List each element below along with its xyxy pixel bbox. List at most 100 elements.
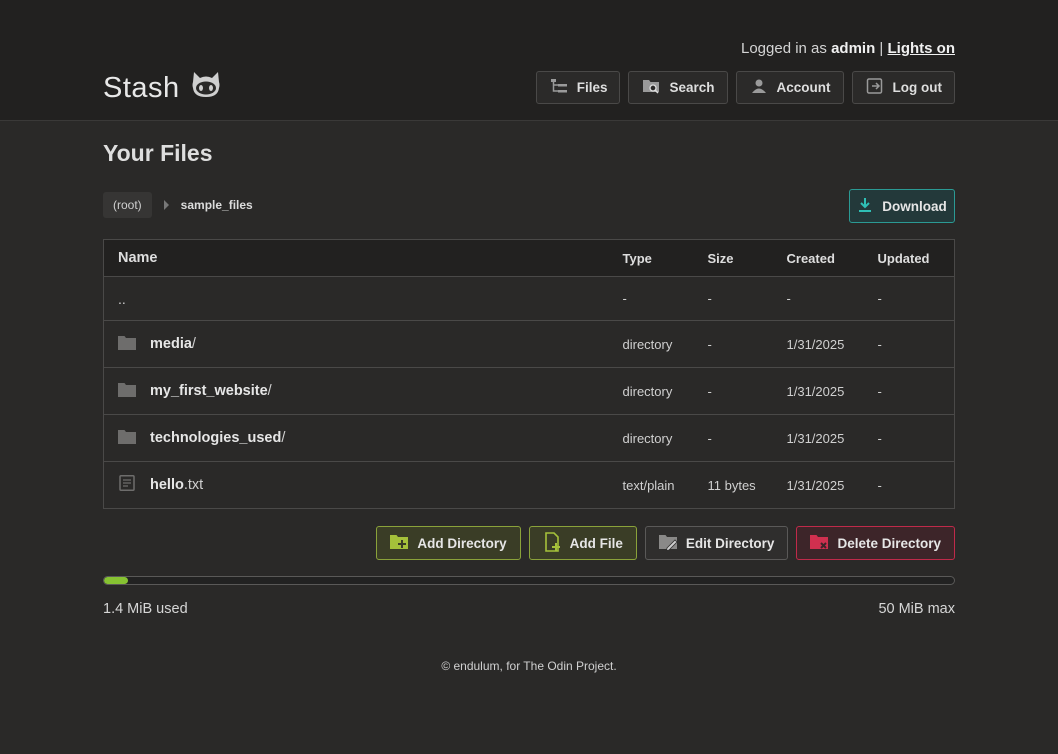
file-suffix: / xyxy=(281,430,286,446)
table-row[interactable]: technologies_used/ directory - 1/31/2025… xyxy=(103,414,955,462)
folder-edit-icon xyxy=(658,532,678,555)
file-name: my_first_website xyxy=(150,383,268,399)
parent-directory-link[interactable]: .. xyxy=(118,291,126,307)
file-suffix: / xyxy=(191,336,196,352)
download-label: Download xyxy=(882,198,947,214)
file-link[interactable]: hello.txt xyxy=(150,477,203,493)
column-header-updated[interactable]: Updated xyxy=(877,239,955,277)
row-updated: - xyxy=(877,367,955,415)
footer-credit: © endulum, for The Odin Project. xyxy=(441,659,617,673)
file-name: technologies_used xyxy=(150,430,282,446)
folder-delete-icon xyxy=(809,532,829,555)
row-created: 1/31/2025 xyxy=(786,367,878,415)
row-type: text/plain xyxy=(622,477,675,493)
row-created: 1/31/2025 xyxy=(786,320,878,368)
file-plus-icon xyxy=(542,531,562,555)
column-header-created[interactable]: Created xyxy=(786,239,878,277)
breadcrumb-separator-icon xyxy=(163,200,169,210)
edit-directory-button[interactable]: Edit Directory xyxy=(644,526,789,560)
row-name-cell: my_first_website/ xyxy=(103,367,623,415)
row-size: - xyxy=(707,276,787,321)
storage-max-label: 50 MiB max xyxy=(878,601,955,617)
breadcrumb: (root) sample_files xyxy=(103,192,253,218)
table-row[interactable]: hello.txt text/plain 11 bytes 1/31/2025 … xyxy=(104,462,955,509)
row-size: - xyxy=(707,320,787,368)
table-row[interactable]: .. - - - - xyxy=(103,276,955,321)
logout-icon xyxy=(866,77,884,98)
storage-progress-bar xyxy=(103,576,955,585)
add-file-button[interactable]: Add File xyxy=(528,526,637,560)
row-name-cell: media/ xyxy=(103,320,623,368)
column-header-size[interactable]: Size xyxy=(707,239,787,277)
files-table: Name Type Size Created Updated .. - - - … xyxy=(103,239,955,509)
row-created: - xyxy=(786,276,878,321)
file-suffix: / xyxy=(267,383,272,399)
row-updated: - xyxy=(877,320,955,368)
edit-directory-label: Edit Directory xyxy=(685,535,775,551)
user-icon xyxy=(750,77,768,98)
directory-actions: Add Directory Add File Edit Directory De… xyxy=(376,526,955,560)
row-type: directory xyxy=(622,320,708,368)
main-nav: Files Search Account Log out xyxy=(535,71,955,104)
row-type: directory xyxy=(622,414,708,462)
folder-search-icon xyxy=(642,77,660,98)
row-size: - xyxy=(707,414,787,462)
row-updated: - xyxy=(877,276,955,321)
row-name-cell: .. xyxy=(103,276,623,321)
file-link[interactable]: my_first_website/ xyxy=(150,383,272,399)
column-header-type[interactable]: Type xyxy=(622,239,708,277)
storage-used-label: 1.4 MiB used xyxy=(103,601,188,617)
download-button[interactable]: Download xyxy=(849,189,955,223)
breadcrumb-current: sample_files xyxy=(180,198,253,212)
row-created: 1/31/2025 xyxy=(786,477,845,493)
brand[interactable]: Stash xyxy=(103,70,222,106)
search-nav-button[interactable]: Search xyxy=(628,71,728,104)
add-directory-button[interactable]: Add Directory xyxy=(376,526,521,560)
table-row[interactable]: my_first_website/ directory - 1/31/2025 … xyxy=(103,367,955,415)
folder-icon xyxy=(118,429,136,448)
folder-icon xyxy=(118,382,136,401)
brand-title: Stash xyxy=(103,71,180,104)
octocat-icon xyxy=(190,70,222,106)
login-separator: | xyxy=(879,40,884,57)
breadcrumb-root[interactable]: (root) xyxy=(103,192,152,218)
lights-on-link[interactable]: Lights on xyxy=(888,40,956,57)
row-size: 11 bytes xyxy=(707,477,756,493)
username: admin xyxy=(831,40,876,57)
account-nav-button[interactable]: Account xyxy=(735,71,844,104)
row-type: - xyxy=(622,276,708,321)
row-size: - xyxy=(707,367,787,415)
row-updated: - xyxy=(877,477,882,493)
row-type: directory xyxy=(622,367,708,415)
delete-directory-button[interactable]: Delete Directory xyxy=(796,526,955,560)
file-name: hello xyxy=(150,477,184,493)
add-directory-label: Add Directory xyxy=(417,535,507,551)
search-nav-label: Search xyxy=(669,80,715,95)
document-icon xyxy=(118,475,136,495)
top-header: Logged in as admin | Lights on Stash Fil… xyxy=(0,0,1058,121)
table-row[interactable]: media/ directory - 1/31/2025 - xyxy=(103,320,955,368)
delete-directory-label: Delete Directory xyxy=(837,535,941,551)
storage-progress-fill xyxy=(104,577,128,584)
file-link[interactable]: media/ xyxy=(150,336,196,352)
logout-nav-button[interactable]: Log out xyxy=(851,71,955,104)
files-nav-button[interactable]: Files xyxy=(535,71,621,104)
login-status: Logged in as admin | Lights on xyxy=(741,40,955,57)
file-suffix: .txt xyxy=(183,477,204,493)
download-icon xyxy=(857,197,873,216)
table-header-row: Name Type Size Created Updated xyxy=(103,239,955,277)
row-created: 1/31/2025 xyxy=(786,414,878,462)
row-updated: - xyxy=(877,414,955,462)
logout-nav-label: Log out xyxy=(892,80,942,95)
login-prefix: Logged in as xyxy=(740,40,827,57)
row-name-cell: technologies_used/ xyxy=(103,414,623,462)
folder-icon xyxy=(118,335,136,354)
file-name: media xyxy=(150,336,192,352)
files-nav-label: Files xyxy=(576,80,608,95)
add-file-label: Add File xyxy=(569,535,623,551)
column-header-name[interactable]: Name xyxy=(103,239,623,277)
page-title: Your Files xyxy=(103,140,213,166)
account-nav-label: Account xyxy=(776,80,831,95)
file-link[interactable]: technologies_used/ xyxy=(150,430,285,446)
tree-icon xyxy=(550,77,568,98)
